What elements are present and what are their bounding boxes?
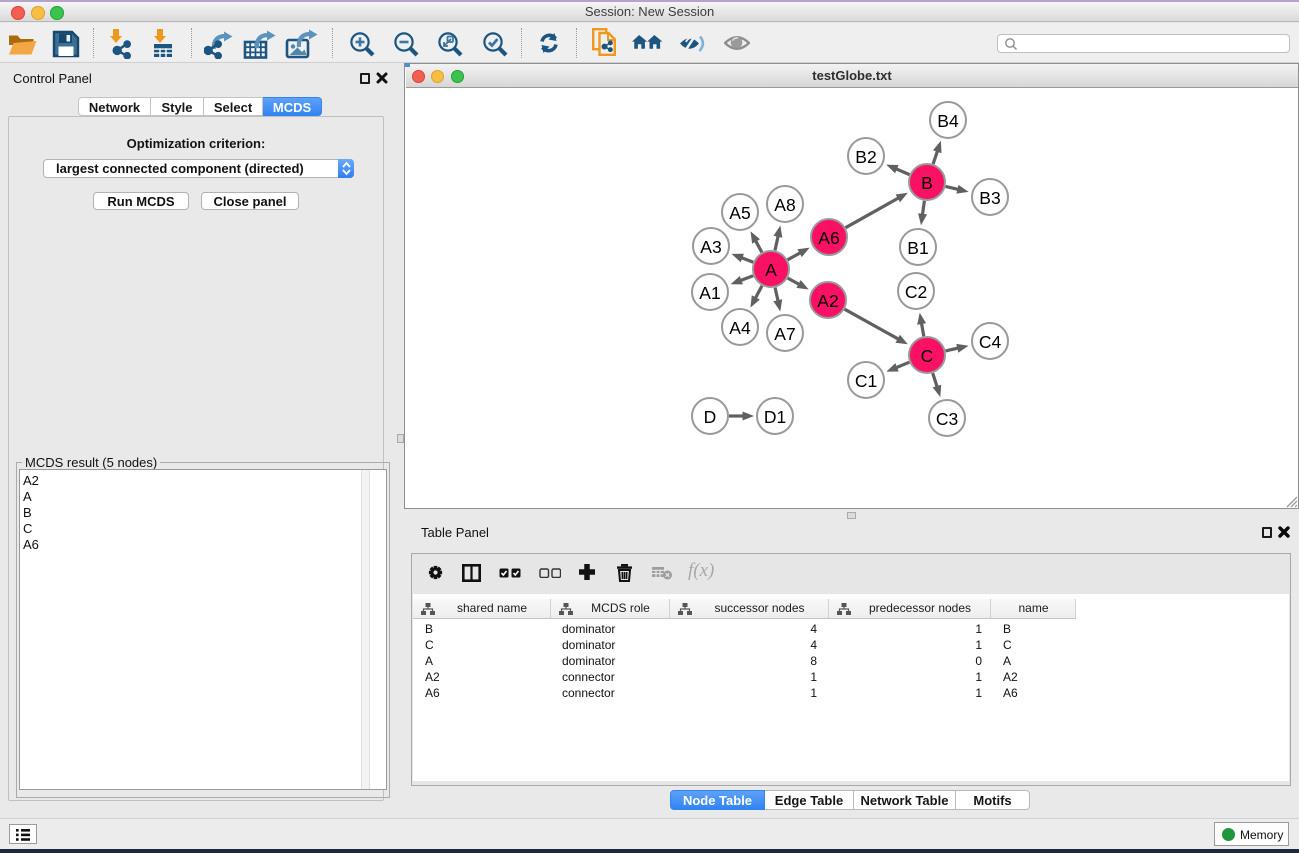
svg-text:A1: A1 bbox=[699, 283, 720, 303]
svg-text:A2: A2 bbox=[817, 291, 838, 311]
svg-text:D: D bbox=[704, 407, 717, 427]
svg-text:B2: B2 bbox=[855, 147, 876, 167]
svg-text:A6: A6 bbox=[818, 228, 839, 248]
svg-text:A3: A3 bbox=[700, 237, 721, 257]
svg-text:B4: B4 bbox=[937, 111, 959, 131]
svg-text:C2: C2 bbox=[905, 282, 927, 302]
svg-text:A4: A4 bbox=[729, 318, 751, 338]
svg-text:B: B bbox=[921, 173, 933, 193]
svg-text:C3: C3 bbox=[936, 409, 958, 429]
svg-text:B1: B1 bbox=[907, 238, 928, 258]
svg-text:D1: D1 bbox=[764, 407, 786, 427]
svg-text:A8: A8 bbox=[774, 195, 795, 215]
svg-text:A: A bbox=[765, 260, 777, 280]
svg-text:C4: C4 bbox=[979, 332, 1002, 352]
svg-text:C1: C1 bbox=[855, 371, 877, 391]
svg-text:A7: A7 bbox=[774, 324, 795, 344]
svg-text:A5: A5 bbox=[729, 203, 750, 223]
svg-text:B3: B3 bbox=[979, 188, 1000, 208]
svg-text:C: C bbox=[921, 346, 934, 366]
